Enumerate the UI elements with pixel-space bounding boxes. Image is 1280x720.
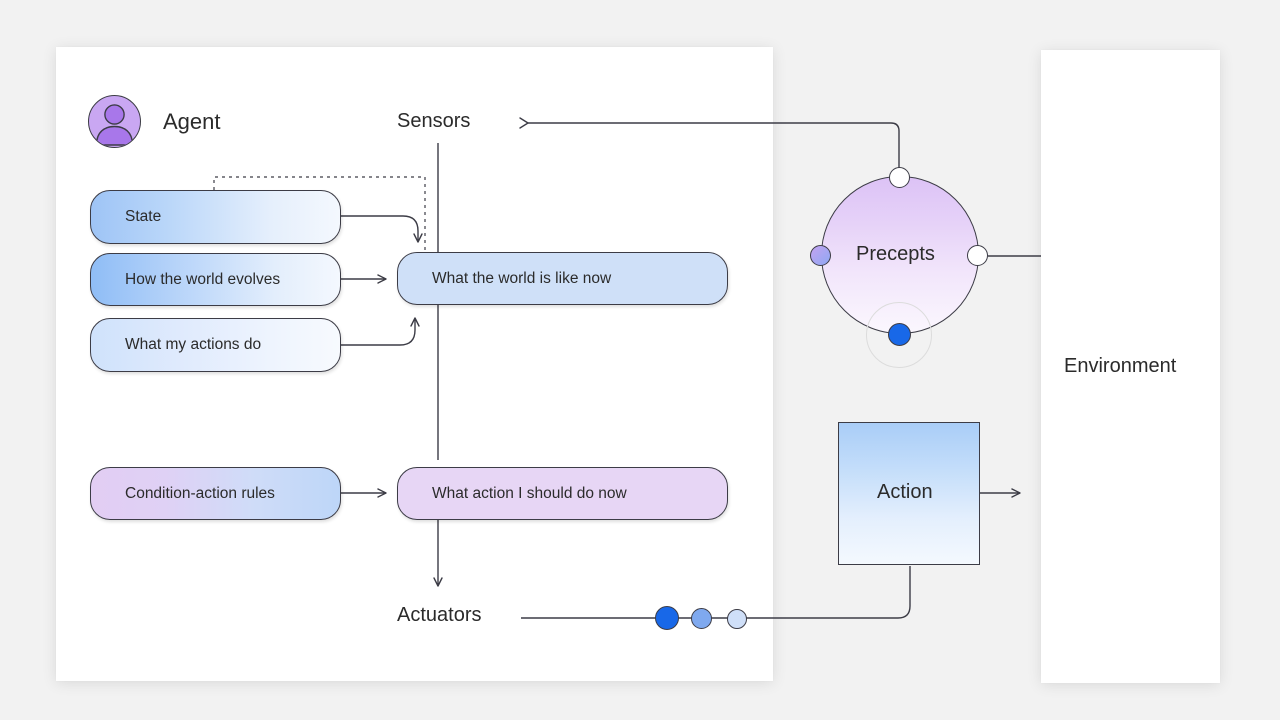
agent-label: Agent — [163, 109, 221, 134]
port-dot-icon-top[interactable] — [889, 167, 910, 188]
node-what-the-world-is-like-now[interactable]: What the world is like now — [397, 252, 728, 305]
signal-dot-icon-1 — [655, 606, 679, 630]
person-avatar-icon — [88, 95, 141, 148]
action-label: Action — [877, 481, 933, 503]
port-dot-icon-left[interactable] — [810, 245, 831, 266]
environment-label: Environment — [1064, 355, 1177, 377]
node-condition-action-rules[interactable]: Condition-action rules — [90, 467, 341, 520]
port-dot-icon-right[interactable] — [967, 245, 988, 266]
node-what-action-i-should-do-now[interactable]: What action I should do now — [397, 467, 728, 520]
node-state[interactable]: State — [90, 190, 341, 244]
active-port-dot-icon-bottom[interactable] — [888, 323, 911, 346]
precepts-label: Precepts — [856, 243, 935, 265]
actuators-label: Actuators — [397, 604, 482, 626]
node-how-the-world-evolves[interactable]: How the world evolves — [90, 253, 341, 306]
signal-dot-icon-3 — [727, 609, 747, 629]
diagram-canvas: Agent Sensors Actuators Environment Stat… — [0, 0, 1280, 720]
signal-dot-icon-2 — [691, 608, 712, 629]
node-what-my-actions-do[interactable]: What my actions do — [90, 318, 341, 372]
sensors-label: Sensors — [397, 110, 471, 132]
